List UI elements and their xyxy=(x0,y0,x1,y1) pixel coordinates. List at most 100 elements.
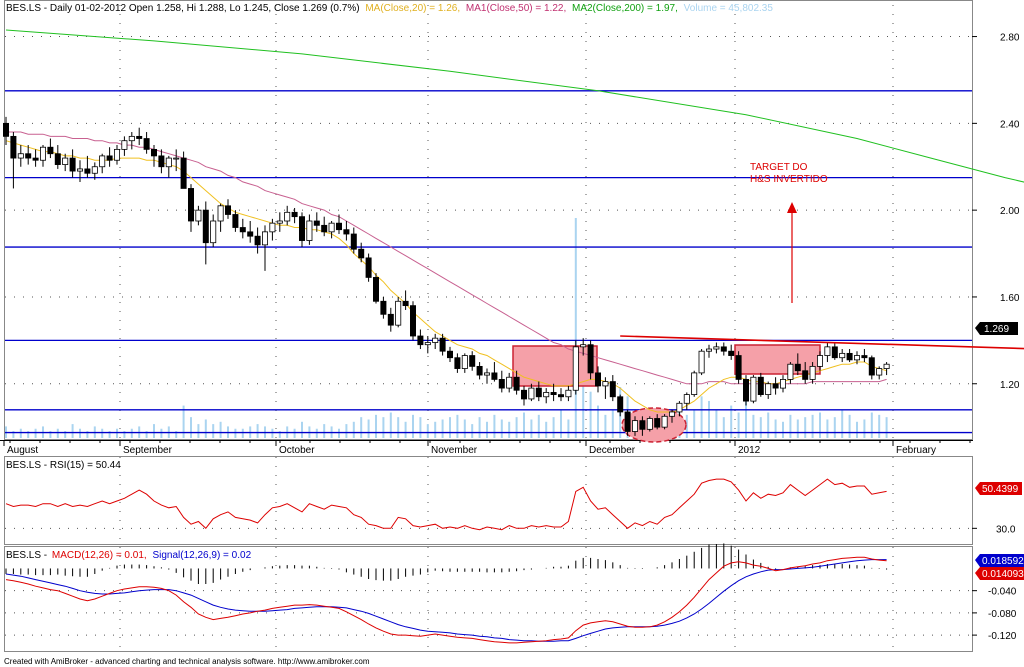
volume-bar xyxy=(375,414,377,438)
candle-down xyxy=(469,355,476,367)
volume-bar xyxy=(338,428,340,438)
right-shoulder-box-left xyxy=(512,345,598,387)
volume-bar xyxy=(545,421,548,438)
candle-up xyxy=(121,140,128,150)
candle-up xyxy=(780,379,787,389)
volume-bar xyxy=(878,414,881,438)
candle-down xyxy=(321,224,328,233)
candle-up xyxy=(62,157,69,165)
x-tick-label: November xyxy=(431,445,478,456)
candle-down xyxy=(624,411,631,432)
candle-down xyxy=(84,168,91,174)
volume-bar xyxy=(611,410,614,438)
footer-credit: Created with AmiBroker - advanced charti… xyxy=(4,657,370,666)
stock-chart: TARGET DO H&S INVERTIDO BES.LS - Daily 0… xyxy=(0,0,1024,666)
volume-bar xyxy=(389,412,392,438)
price-tick-label: 1.60 xyxy=(1000,293,1020,304)
volume-bar xyxy=(715,410,718,438)
volume-bar xyxy=(382,417,385,438)
volume-bar xyxy=(493,414,496,438)
candle-up xyxy=(395,300,402,326)
candle-down xyxy=(868,357,875,376)
volume-bar xyxy=(552,417,555,438)
candle-down xyxy=(794,363,801,372)
candle-down xyxy=(446,350,453,359)
candle-down xyxy=(350,233,357,250)
candle-up xyxy=(809,365,816,380)
volume-bar xyxy=(352,421,355,438)
volume-bar xyxy=(116,428,118,438)
candle-down xyxy=(25,153,32,159)
volume-bar xyxy=(833,417,836,438)
macd-title: BES.LS - MACD(12,26) = 0.01, Signal(12,2… xyxy=(6,550,252,561)
candle-down xyxy=(343,229,350,235)
candle-up xyxy=(713,346,720,350)
candle-up xyxy=(824,346,831,356)
rsi-tick-label: 30.0 xyxy=(996,524,1016,535)
candle-down xyxy=(150,148,157,157)
volume-bar xyxy=(789,414,792,438)
candle-up xyxy=(543,392,550,398)
candle-up xyxy=(328,222,335,233)
price-tick-label: 2.00 xyxy=(1000,206,1020,217)
candle-down xyxy=(158,155,165,168)
volume-bar xyxy=(774,419,777,438)
volume-bar xyxy=(256,424,259,438)
volume-bar xyxy=(848,414,851,438)
candle-up xyxy=(77,168,84,172)
volume-bar xyxy=(856,421,858,438)
volume-bar xyxy=(567,419,570,438)
candle-up xyxy=(683,394,690,404)
volume-bar xyxy=(367,419,370,438)
volume-bar xyxy=(19,428,22,438)
candle-down xyxy=(454,357,461,369)
candle-up xyxy=(91,166,98,174)
candle-up xyxy=(17,153,24,159)
candle-down xyxy=(47,146,54,155)
candle-down xyxy=(439,337,446,352)
candle-up xyxy=(691,372,698,395)
candle-up xyxy=(483,372,490,376)
volume-bar xyxy=(737,412,740,438)
volume-bar xyxy=(153,424,155,438)
candle-up xyxy=(765,383,772,396)
candle-down xyxy=(3,122,9,137)
volume-bar xyxy=(782,421,784,438)
candle-up xyxy=(787,363,794,380)
rsi-title: BES.LS - RSI(15) = 50.44 xyxy=(6,460,121,471)
candle-up xyxy=(114,148,121,161)
candle-down xyxy=(380,300,387,315)
volume-bar xyxy=(101,428,104,438)
signal-value: 0.018592 xyxy=(982,556,1024,567)
volume-bar xyxy=(804,417,807,438)
candle-down xyxy=(861,355,868,359)
volume-bar xyxy=(212,424,215,438)
candle-down xyxy=(409,305,416,337)
x-tick-label: February xyxy=(896,445,936,456)
candle-down xyxy=(476,365,483,376)
volume-bar xyxy=(56,428,59,438)
candle-up xyxy=(528,387,535,400)
last-price-value: 1.269 xyxy=(984,324,1009,335)
candle-down xyxy=(298,216,305,241)
candle-up xyxy=(261,231,268,246)
candle-down xyxy=(106,155,113,161)
volume-bar xyxy=(759,417,762,438)
volume-bar xyxy=(500,419,503,438)
price-y-axis: 2.80 2.40 2.00 1.60 1.20 xyxy=(972,33,1020,391)
candle-down xyxy=(313,220,320,226)
volume-bar xyxy=(419,417,422,438)
candle-up xyxy=(669,411,676,417)
candle-down xyxy=(32,157,39,161)
candle-up xyxy=(817,355,824,367)
candle-down xyxy=(291,211,298,218)
volume-bar xyxy=(508,421,511,438)
candle-up xyxy=(276,220,283,224)
volume-bar xyxy=(471,424,474,438)
candle-up xyxy=(506,376,513,389)
volume-bar xyxy=(826,419,829,438)
volume-bar xyxy=(604,414,607,438)
candle-up xyxy=(883,363,890,369)
candle-down xyxy=(728,350,735,356)
candle-up xyxy=(269,222,276,233)
